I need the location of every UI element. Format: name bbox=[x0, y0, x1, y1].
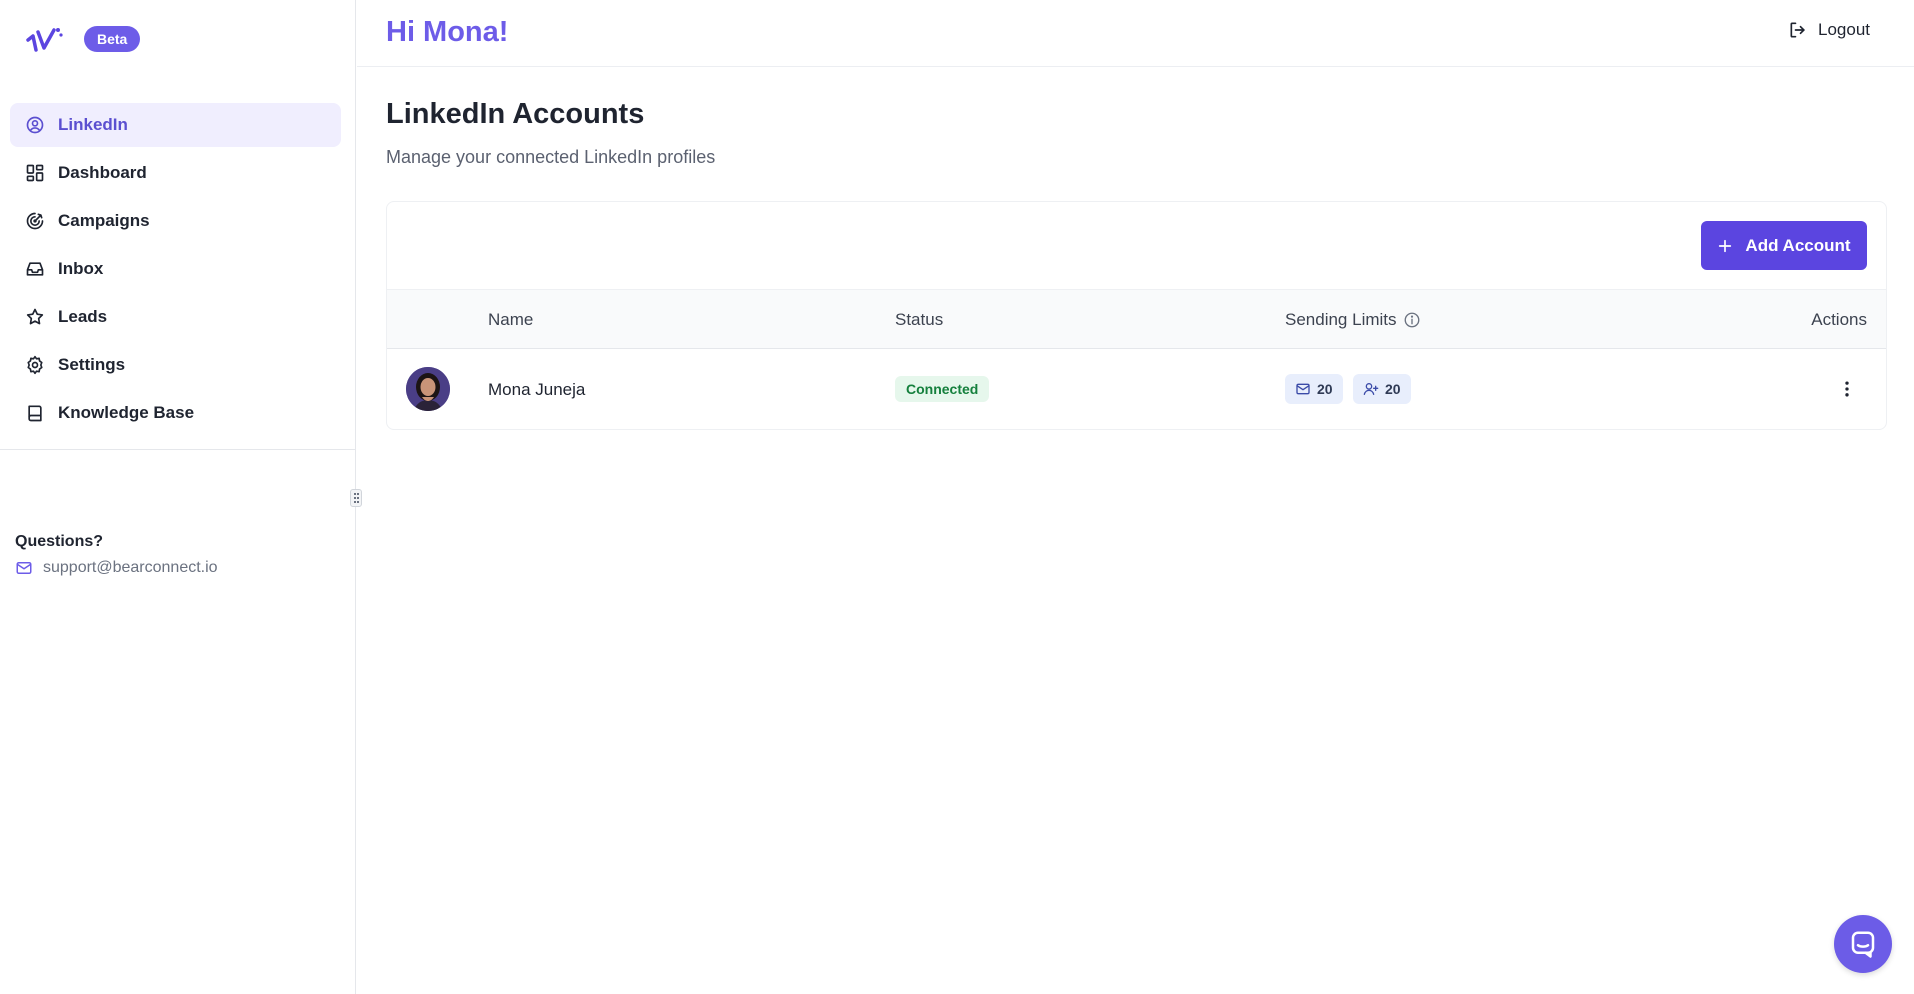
row-actions-button[interactable] bbox=[1835, 377, 1859, 401]
sidebar-item-label: Dashboard bbox=[58, 163, 147, 182]
plus-icon bbox=[1719, 239, 1732, 252]
add-account-button[interactable]: Add Account bbox=[1701, 221, 1867, 270]
sidebar-item-label: Knowledge Base bbox=[58, 403, 195, 422]
sidebar-nav: LinkedIn Dashboard Campaigns Inbox Leads… bbox=[10, 103, 341, 439]
greeting: Hi Mona! bbox=[386, 16, 509, 48]
sidebar-item-label: Inbox bbox=[58, 259, 104, 278]
sidebar-item-settings[interactable]: Settings bbox=[10, 343, 341, 387]
table-header: Name Status Sending Limits Actions bbox=[387, 289, 1886, 349]
logo-row: Beta bbox=[24, 24, 141, 54]
connection-limit-badge: 20 bbox=[1353, 374, 1411, 404]
user-circle-icon bbox=[25, 115, 45, 135]
accounts-card: Add Account Name Status Sending Limits A… bbox=[386, 201, 1887, 430]
sidebar-item-label: Campaigns bbox=[58, 211, 150, 230]
sidebar-item-label: Settings bbox=[58, 355, 126, 374]
message-limit-badge: 20 bbox=[1285, 374, 1343, 404]
mail-icon bbox=[16, 562, 32, 574]
chat-icon bbox=[1851, 931, 1875, 958]
column-header-name[interactable]: Name bbox=[488, 310, 533, 330]
app-root: Beta LinkedIn Dashboard Campaigns Inbox … bbox=[0, 0, 1914, 994]
connection-limit-value: 20 bbox=[1385, 381, 1401, 397]
status-badge: Connected bbox=[895, 376, 990, 402]
sidebar-item-inbox[interactable]: Inbox bbox=[10, 247, 341, 291]
top-header: Hi Mona! Logout bbox=[357, 0, 1914, 67]
logout-button[interactable]: Logout bbox=[1788, 20, 1870, 40]
support-email-link[interactable]: support@bearconnect.io bbox=[15, 559, 218, 577]
message-limit-value: 20 bbox=[1317, 381, 1333, 397]
sending-limits-label: Sending Limits bbox=[1285, 310, 1397, 329]
grip-dots-icon bbox=[353, 493, 359, 495]
table-row[interactable]: Mona Juneja Connected 20 20 bbox=[387, 349, 1886, 429]
add-account-label: Add Account bbox=[1745, 235, 1851, 255]
logout-label: Logout bbox=[1818, 20, 1870, 39]
target-icon bbox=[25, 211, 45, 231]
page-title: LinkedIn Accounts bbox=[386, 98, 645, 130]
sidebar-item-dashboard[interactable]: Dashboard bbox=[10, 151, 341, 195]
sidebar-resize-handle[interactable] bbox=[350, 489, 362, 507]
column-header-status[interactable]: Status bbox=[895, 310, 943, 330]
questions-title: Questions? bbox=[15, 533, 104, 550]
sidebar-item-leads[interactable]: Leads bbox=[10, 295, 341, 339]
support-section: Questions? support@bearconnect.io bbox=[15, 533, 218, 577]
logout-icon bbox=[1790, 22, 1805, 38]
sidebar-item-linkedin[interactable]: LinkedIn bbox=[10, 103, 341, 147]
book-icon bbox=[25, 403, 45, 423]
support-email: support@bearconnect.io bbox=[43, 559, 218, 576]
logo-icon[interactable] bbox=[24, 24, 64, 54]
sidebar-item-campaigns[interactable]: Campaigns bbox=[10, 199, 341, 243]
sidebar-item-label: LinkedIn bbox=[58, 115, 128, 134]
sidebar-item-label: Leads bbox=[58, 307, 108, 326]
info-icon[interactable] bbox=[1403, 311, 1421, 329]
chat-launcher-button[interactable] bbox=[1834, 915, 1892, 973]
gear-icon bbox=[25, 355, 45, 375]
grip-dots-icon bbox=[353, 497, 359, 499]
column-header-actions: Actions bbox=[1811, 310, 1867, 329]
avatar bbox=[406, 367, 450, 411]
page-subtitle: Manage your connected LinkedIn profiles bbox=[386, 147, 716, 167]
grid-icon bbox=[25, 163, 45, 183]
inbox-icon bbox=[25, 259, 45, 279]
more-vertical-icon bbox=[1845, 381, 1849, 397]
avatar-photo bbox=[406, 367, 450, 411]
account-name: Mona Juneja bbox=[488, 380, 586, 399]
sidebar-divider bbox=[0, 449, 356, 450]
column-header-sending-limits[interactable]: Sending Limits bbox=[1285, 310, 1421, 330]
grip-dots-icon bbox=[353, 501, 359, 503]
user-plus-icon bbox=[1363, 383, 1379, 395]
beta-badge: Beta bbox=[84, 26, 141, 52]
sidebar: Beta LinkedIn Dashboard Campaigns Inbox … bbox=[0, 0, 356, 994]
sidebar-item-knowledge-base[interactable]: Knowledge Base bbox=[10, 391, 341, 435]
star-icon bbox=[25, 307, 45, 327]
mail-icon bbox=[1296, 383, 1310, 395]
